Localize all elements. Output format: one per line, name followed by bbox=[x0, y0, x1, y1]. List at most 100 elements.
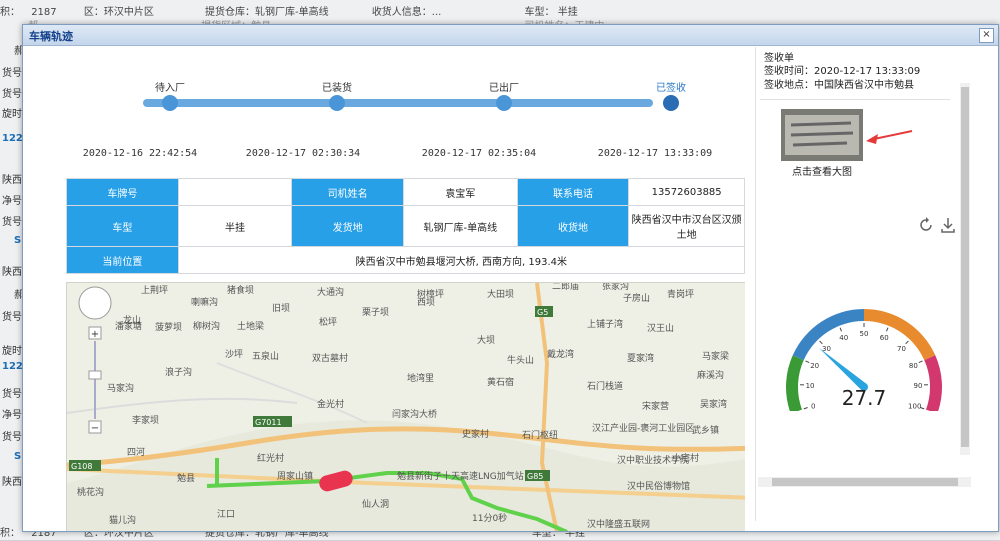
map-label: 石门栈道 bbox=[587, 380, 623, 392]
dialog-header: 车辆轨迹 × bbox=[23, 25, 998, 46]
arrow-icon bbox=[864, 129, 914, 149]
map-label: 五泉山 bbox=[252, 350, 279, 362]
gauge-tick bbox=[820, 341, 823, 344]
zoom-in-label[interactable]: + bbox=[91, 329, 99, 340]
map-label: 双古墓村 bbox=[312, 352, 348, 364]
progress-line bbox=[143, 99, 653, 107]
zoom-slider-icon bbox=[89, 371, 101, 379]
map-label: 戴龙湾 bbox=[547, 348, 574, 360]
step-label-4: 已签收 bbox=[631, 79, 711, 94]
vehicle-track-dialog: 车辆轨迹 × 待入厂 已装货 已出厂 已签收 2020-12-16 22:42:… bbox=[22, 24, 999, 532]
signature-time: 签收时间：2020-12-17 13:33:09 bbox=[764, 62, 920, 77]
map-label: 汉江产业园-褒河工业园区 bbox=[592, 422, 694, 434]
download-icon[interactable] bbox=[940, 217, 956, 233]
gauge-tick-label: 10 bbox=[806, 382, 815, 390]
zoom-out-label[interactable]: − bbox=[91, 423, 99, 434]
step-dot-4 bbox=[663, 95, 679, 111]
map-label: 旧坝 bbox=[272, 303, 290, 314]
map-label: 西坝 bbox=[417, 297, 435, 308]
step-dot-2 bbox=[329, 95, 345, 111]
map-label: 上铺子湾 bbox=[587, 318, 623, 330]
map-label: 金光村 bbox=[317, 398, 344, 410]
scroll-thumb[interactable] bbox=[772, 478, 958, 486]
map-label: 四河 bbox=[127, 446, 145, 458]
location-label: 当前位置 bbox=[67, 247, 179, 274]
map-label: 勉县 bbox=[177, 472, 195, 484]
gauge-tick-label: 0 bbox=[811, 402, 815, 410]
gauge-tick-label: 90 bbox=[914, 382, 923, 390]
map-label: 江口 bbox=[217, 509, 235, 520]
map-label: 石门枢纽 bbox=[522, 429, 558, 441]
step-label-2: 已装货 bbox=[297, 79, 377, 94]
bg-top-row: 积： 2187 区：环汉中片区 提货仓库：轧钢厂库-单高线 收货人信息：... … bbox=[0, 6, 578, 20]
step-dot-3 bbox=[496, 95, 512, 111]
pane-divider bbox=[755, 47, 756, 521]
signature-separator bbox=[760, 99, 950, 100]
map-label: 猫儿沟 bbox=[109, 514, 136, 526]
road-label: G85 bbox=[527, 472, 543, 481]
map-label: 青岗坪 bbox=[667, 288, 694, 300]
gauge-tick bbox=[806, 361, 810, 363]
gauge-tick bbox=[919, 361, 923, 363]
right-pane-hscrollbar[interactable] bbox=[758, 477, 971, 487]
rotate-icon[interactable] bbox=[918, 217, 934, 233]
view-large-image-link[interactable]: 点击查看大图 bbox=[766, 163, 878, 178]
map-label: 沙坪 bbox=[225, 349, 243, 360]
map-label: 菠萝坝 bbox=[155, 321, 182, 333]
phone-label: 联系电话 bbox=[517, 179, 629, 206]
gauge-meter: 010203040506070809010027.7 bbox=[778, 291, 950, 411]
signature-pane: 签收单 签收时间：2020-12-17 13:33:09 签收地点：中国陕西省汉… bbox=[760, 47, 973, 511]
map-label: 红光村 bbox=[257, 452, 284, 464]
bg-left-item: S bbox=[14, 451, 21, 462]
map-label: 松坪 bbox=[319, 316, 337, 328]
map-label: 土地梁 bbox=[237, 320, 264, 332]
map-label: 马家沟 bbox=[107, 382, 134, 394]
map-label: 闫家沟大桥 bbox=[392, 408, 437, 420]
origin-label: 发货地 bbox=[292, 206, 404, 247]
signature-thumbnail[interactable] bbox=[781, 109, 863, 161]
map-label: 上荆坪 bbox=[141, 284, 168, 296]
map-label: 李家坝 bbox=[132, 414, 159, 426]
map-label: 黄石宿 bbox=[487, 376, 514, 388]
close-icon[interactable]: × bbox=[979, 28, 994, 43]
road-label: G7011 bbox=[255, 418, 282, 427]
destination-label: 收货地 bbox=[517, 206, 629, 247]
map-label: 小宅村 bbox=[672, 452, 699, 464]
progress-steps: 待入厂 已装货 已出厂 已签收 2020-12-16 22:42:54 2020… bbox=[45, 47, 745, 172]
road-label: G5 bbox=[537, 308, 548, 317]
origin-value: 轧钢厂库-单高线 bbox=[403, 206, 517, 247]
scroll-thumb[interactable] bbox=[961, 87, 969, 447]
gauge-tick-label: 70 bbox=[897, 345, 906, 353]
right-pane-scrollbar[interactable] bbox=[960, 83, 970, 455]
bg-left-item: 陕西 bbox=[2, 473, 22, 488]
step-time-1: 2020-12-16 22:42:54 bbox=[75, 148, 205, 159]
map-label: 桃花沟 bbox=[77, 486, 104, 498]
gauge-tick bbox=[906, 341, 909, 344]
gauge-band-pink bbox=[924, 355, 942, 411]
map-label: 喇嘛沟 bbox=[191, 296, 218, 308]
gauge-value: 27.7 bbox=[842, 386, 887, 410]
vehicle-info-table: 车牌号 司机姓名 袁宝军 联系电话 13572603885 车型 半挂 发货地 … bbox=[66, 178, 745, 274]
bg-left-item: S bbox=[14, 235, 21, 246]
map-label: 大通沟 bbox=[317, 286, 344, 298]
route-map[interactable]: 上荆坪猪食坝大通沟树樟坪大田坝二郎庙张家沟青岗坪龙山喇嘛沟旧坝潘家塘栗子坝西坝子… bbox=[66, 282, 745, 531]
gauge-tick-label: 100 bbox=[908, 402, 921, 410]
gauge-tick bbox=[886, 328, 887, 332]
map-canvas[interactable]: 上荆坪猪食坝大通沟树樟坪大田坝二郎庙张家沟青岗坪龙山喇嘛沟旧坝潘家塘栗子坝西坝子… bbox=[67, 283, 745, 531]
map-label: 地湾里 bbox=[407, 372, 434, 384]
map-label: 张家沟 bbox=[602, 283, 629, 292]
pan-control-icon bbox=[79, 287, 111, 319]
gauge-tick-label: 80 bbox=[909, 362, 918, 370]
map-label: 仙人洞 bbox=[362, 498, 389, 510]
plate-value bbox=[178, 179, 292, 206]
road-label: G108 bbox=[71, 462, 92, 471]
gauge-tick-label: 40 bbox=[839, 334, 848, 342]
map-label: 子房山 bbox=[623, 292, 650, 304]
map-label: 吴家湾 bbox=[700, 398, 727, 410]
map-label: 夏家湾 bbox=[627, 352, 654, 364]
vehicle-type-label: 车型 bbox=[67, 206, 179, 247]
plate-label: 车牌号 bbox=[67, 179, 179, 206]
gauge-tick-label: 50 bbox=[860, 330, 869, 338]
dialog-title: 车辆轨迹 bbox=[29, 28, 73, 44]
map-label: 大田坝 bbox=[487, 288, 514, 300]
